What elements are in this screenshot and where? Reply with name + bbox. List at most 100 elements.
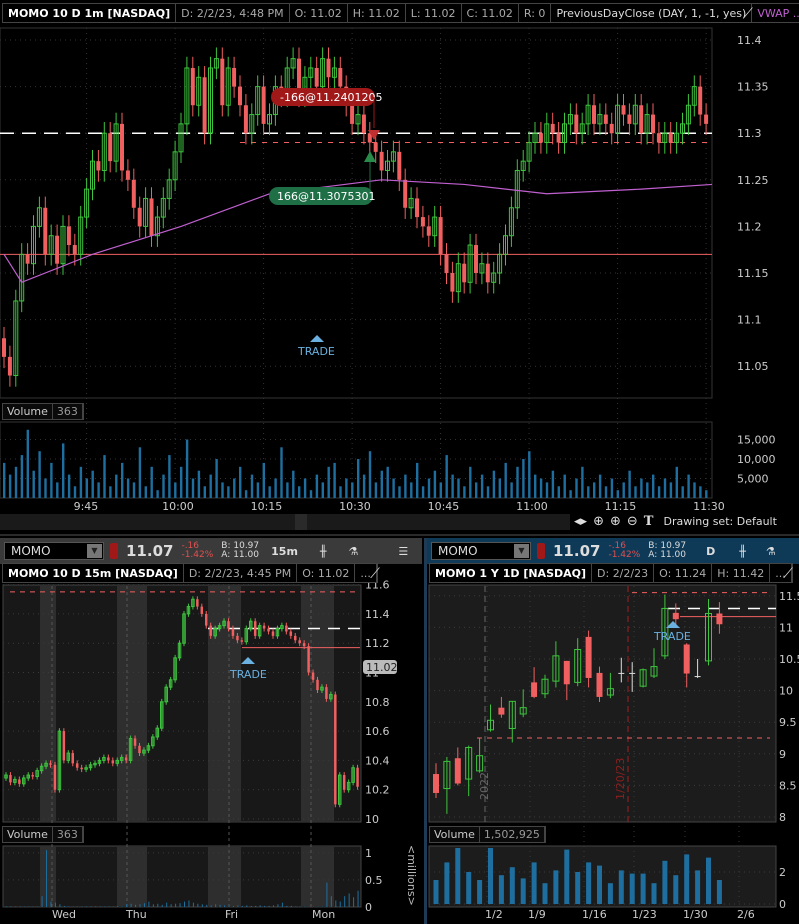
link-flag-icon[interactable] [110,543,118,559]
volume-bar [168,455,171,498]
text-tool-icon[interactable]: T [644,514,654,529]
volume-bar [597,865,602,904]
volume-bar [274,478,277,498]
symbol-input[interactable]: MOMO ▼ [431,542,531,560]
crosshair-icon[interactable]: ⊕ [593,514,604,529]
range-readout: R: 0 [519,4,552,22]
chart-tools: ◂▸ ⊕ ⊕ ⊖ T Drawing set: Default [574,514,777,529]
symbol-input[interactable]: MOMO ▼ [4,542,104,560]
volume-bar [516,466,519,498]
volume-label: Volume [430,827,480,842]
candle-body [72,245,77,255]
volume-bar [62,443,65,498]
volume-bar [281,902,283,907]
studies-flask-icon[interactable]: ⚗ [766,545,776,558]
volume-bar [480,474,484,498]
y-tick-label: 11.35 [737,81,769,94]
volume-bar [564,849,570,904]
x-tick-label: 10:30 [339,500,371,513]
x-tick-label: 1/9 [528,908,546,921]
zoom-in-icon[interactable]: ⊕ [610,514,621,529]
drawing-set[interactable]: Drawing set: Default [663,515,776,528]
panel-divider [0,534,799,536]
link-flag-icon[interactable] [537,543,545,559]
volume-bar [126,904,128,907]
volume-bar [250,474,254,498]
volume-bar [705,490,708,498]
menu-icon[interactable]: ☰ [398,545,408,558]
scrollbar-thumb[interactable] [295,514,307,530]
pan-arrows-icon[interactable]: ◂▸ [574,514,587,529]
charts-canvas[interactable]: 11.4 11.35 11.3 11.25 11.2 11.15 11.1 11.05 9:45… [0,0,799,924]
candle-body [75,763,79,768]
candle-body [563,660,570,685]
volume-bar [273,905,274,907]
candle-body [574,114,579,134]
aggregation-button[interactable]: D [706,545,715,558]
candle-body [294,635,297,641]
volume-bar [553,870,559,904]
candle-body [298,640,301,644]
y-tick-label: 11.4 [365,608,390,621]
candle-body [285,625,288,632]
candle-body [621,105,626,115]
volume-bar [117,905,119,907]
candle-body [55,235,60,264]
studies-flask-icon[interactable]: ⚗ [349,545,359,558]
candle-body [243,105,248,134]
candle-body [133,738,137,746]
candle-body [438,217,443,255]
volume-unit-label: <millions> [405,845,418,906]
left-panel-toolbar: MOMO ▼ 11.07 -.16 -1.42% B: 10.97 A: 11.00 … [0,538,422,564]
date-readout: D: 2/2/23 [592,564,655,582]
candle-body [498,707,505,715]
volume-bar [233,478,236,498]
volume-bar [67,474,71,498]
bid-ask: B: 10.97 A: 11.00 [648,542,686,560]
volume-bar [201,904,203,907]
volume-bar [298,486,301,498]
y-tick-label: 11.25 [737,174,769,187]
volume-bar [79,466,83,498]
zoom-out-icon[interactable]: ⊖ [627,514,638,529]
volume-bar [675,466,678,498]
volume-bar [44,478,47,498]
volume-bar [228,905,230,907]
y-tick-label: 11 [779,621,793,634]
volume-bar [19,906,21,907]
aggregation-button[interactable]: 15m [271,545,298,558]
bid-ask: B: 10.97 A: 11.00 [221,542,259,560]
volume-bar [607,883,613,904]
close-readout: C: 11.02 [462,4,519,22]
buy-order-text: 166@11.3075301 [277,190,375,203]
chart-style-icon[interactable]: ⟋ [363,564,387,584]
chart-style-icon[interactable]: ⟋ [776,564,799,584]
candle-body [190,67,195,106]
x-tick-label: 10:00 [162,500,194,513]
candle-body [18,779,21,784]
volume-bar [351,482,354,498]
candle-body [107,757,110,761]
candle-style-icon[interactable]: ╫ [739,545,746,558]
volume-bar [286,482,289,498]
volume-bar [345,478,348,498]
volume-bar [313,906,315,907]
candle-style-icon[interactable]: ╫ [320,545,327,558]
candle-body [124,757,128,761]
volume-bar [598,474,602,498]
horizontal-scrollbar[interactable] [0,514,570,530]
low-readout: L: 11.02 [406,4,462,22]
chevron-down-icon[interactable]: ▼ [87,544,102,558]
volume-bar [575,478,578,498]
chevron-down-icon[interactable]: ▼ [514,544,529,558]
volume-bar [32,470,35,498]
candle-body [379,151,384,171]
volume-bar [90,906,92,907]
volume-bar [581,466,584,498]
x-tick-label: Fri [225,908,238,921]
candle-body [131,179,136,208]
study-previous-day-close[interactable]: PreviousDayClose (DAY, 1, -1, yes) [551,4,753,22]
panel-splitter [424,538,427,924]
chart-style-icon[interactable]: ⟋ [736,4,760,24]
volume-bar [651,883,657,904]
